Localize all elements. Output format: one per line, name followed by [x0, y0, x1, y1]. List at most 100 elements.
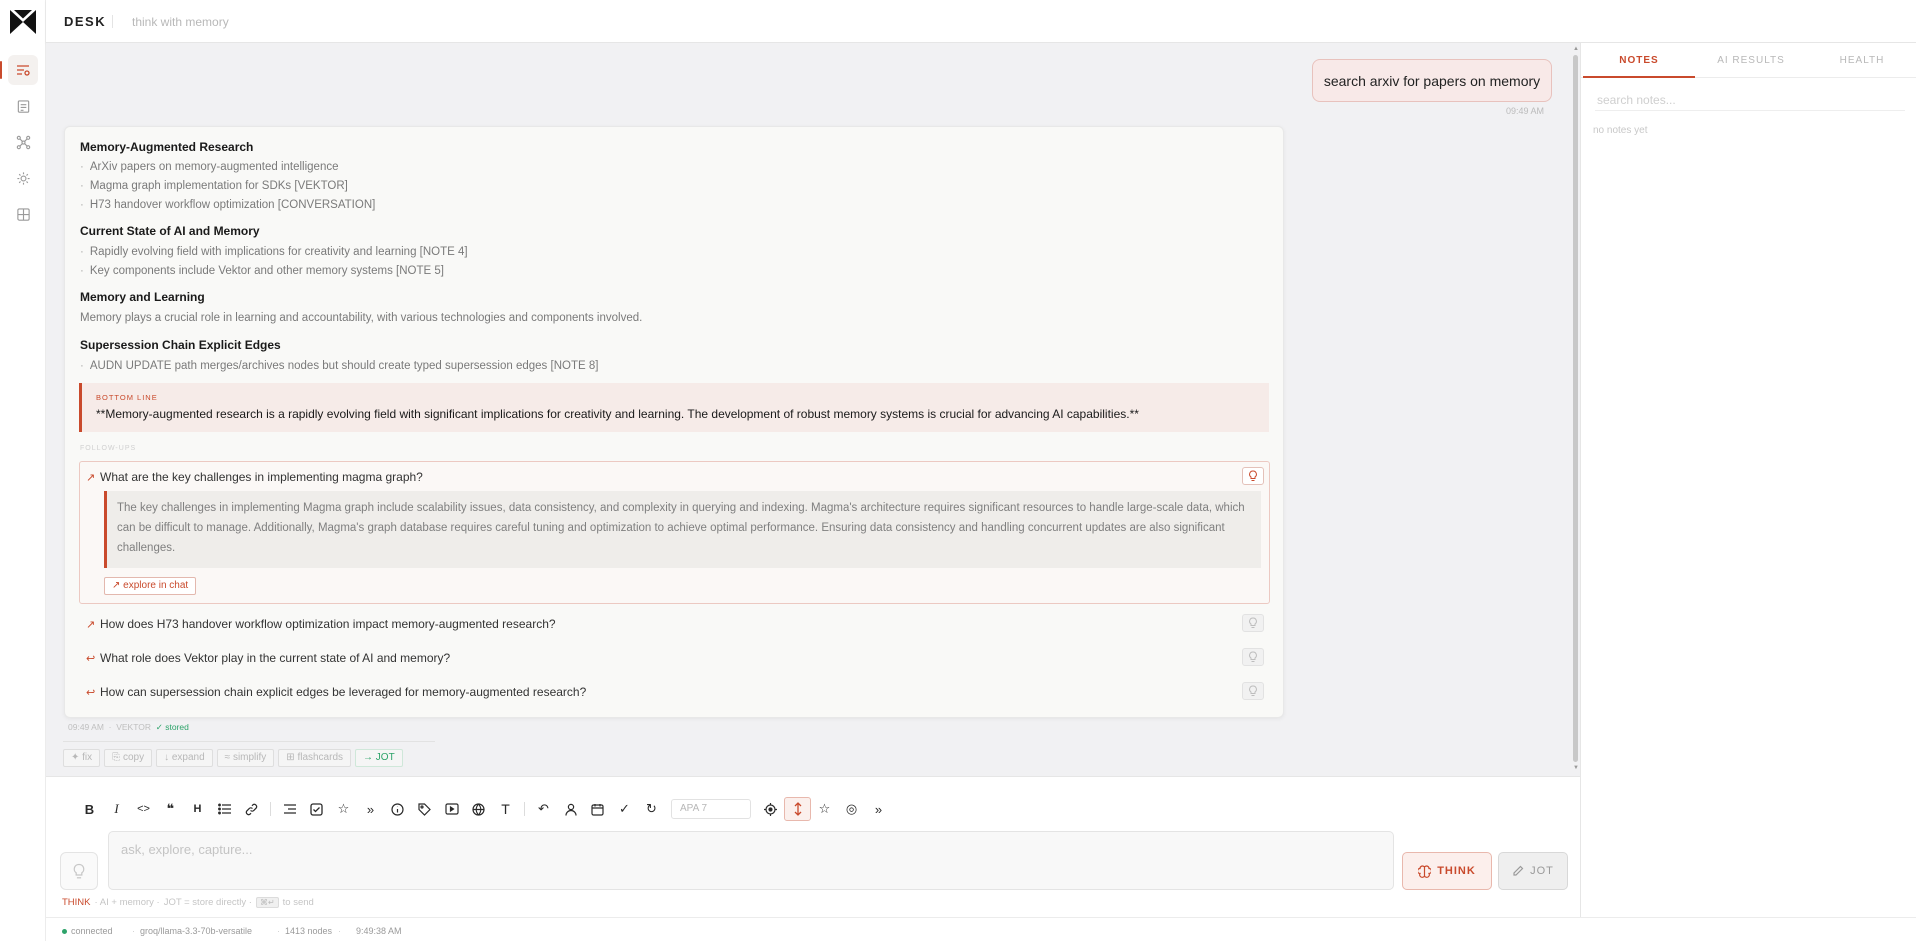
- insights-icon: [16, 171, 30, 185]
- refresh-button[interactable]: ↻: [638, 797, 665, 821]
- italic-button[interactable]: I: [103, 797, 130, 821]
- undo-icon: ↶: [538, 801, 549, 816]
- lightbulb-icon: [1249, 470, 1257, 481]
- section-heading: Supersession Chain Explicit Edges: [80, 338, 281, 352]
- embed-button[interactable]: [438, 797, 465, 821]
- scroll-down-icon[interactable]: ▼: [1573, 765, 1579, 771]
- message-time: 09:49 AM: [68, 722, 104, 732]
- link-icon: [245, 803, 258, 815]
- bold-button[interactable]: B: [76, 797, 103, 821]
- lightbulb-icon: [1249, 685, 1257, 696]
- followup-bulb-button[interactable]: [1242, 614, 1264, 632]
- followup-bulb-button[interactable]: [1242, 682, 1264, 700]
- depth-toggle-button[interactable]: [784, 797, 811, 821]
- bullseye-icon: ◎: [845, 801, 858, 816]
- followup-bulb-button[interactable]: [1242, 467, 1264, 485]
- check-button[interactable]: ✓: [611, 797, 638, 821]
- status-separator: ·: [132, 926, 135, 936]
- star-icon: ☆: [337, 801, 350, 816]
- bold-icon: B: [84, 801, 95, 817]
- rail-insights-button[interactable]: [8, 163, 38, 193]
- status-separator: ·: [277, 926, 280, 936]
- explore-in-chat-button[interactable]: ↗ explore in chat: [104, 577, 197, 595]
- tab-ai-results[interactable]: AI RESULTS: [1695, 55, 1807, 79]
- notes-icon: [17, 99, 29, 113]
- suggest-button[interactable]: [60, 852, 98, 890]
- followup-question[interactable]: What are the key challenges in implement…: [100, 470, 423, 484]
- followup-bulb-button[interactable]: [1242, 648, 1264, 666]
- brand-name: DESK: [64, 14, 107, 29]
- calendar-button[interactable]: [584, 797, 611, 821]
- notes-search-input[interactable]: [1595, 89, 1905, 111]
- lightbulb-icon: [1249, 617, 1257, 628]
- rail-notes-button[interactable]: [8, 91, 38, 121]
- stored-badge: ✓ stored: [155, 722, 189, 732]
- connection-dot-icon: [62, 929, 67, 934]
- expand-button[interactable]: ↓ expand: [156, 749, 213, 767]
- citation-style-select[interactable]: APA 7: [671, 799, 751, 819]
- left-rail: [0, 0, 46, 941]
- italic-icon: I: [114, 801, 119, 816]
- scrollbar-thumb[interactable]: [1573, 55, 1578, 762]
- graph-icon: [16, 135, 30, 149]
- text-style-button[interactable]: T: [492, 797, 519, 821]
- web-button[interactable]: [465, 797, 492, 821]
- scroll-up-icon[interactable]: ▲: [1573, 46, 1579, 52]
- section-bullet: · ArXiv papers on memory-augmented intell…: [80, 161, 339, 173]
- focus-button[interactable]: ◎: [838, 797, 865, 821]
- chat-icon: [17, 65, 30, 76]
- desk-logo: [10, 10, 36, 34]
- link-button[interactable]: [238, 797, 265, 821]
- jot-button[interactable]: JOT: [1498, 852, 1568, 890]
- jot-action-button[interactable]: → JOT: [355, 749, 403, 767]
- rail-chat-button[interactable]: [0, 55, 38, 85]
- star-button[interactable]: ☆: [330, 797, 357, 821]
- user-message: search arxiv for papers on memory: [1312, 59, 1552, 102]
- chat-scrollbar[interactable]: ▲ ▼: [1571, 43, 1580, 776]
- brain-icon: [1418, 864, 1432, 878]
- person-button[interactable]: [557, 797, 584, 821]
- rail-modules-button[interactable]: [8, 199, 38, 229]
- hint-jot-desc: JOT = store directly ·: [163, 897, 252, 908]
- undo-button[interactable]: ↶: [530, 797, 557, 821]
- indent-button[interactable]: [276, 797, 303, 821]
- followup-item-expanded[interactable]: ↗ What are the key challenges in impleme…: [79, 461, 1270, 604]
- checkbox-button[interactable]: [303, 797, 330, 821]
- expand-toolbar-button[interactable]: »: [865, 797, 892, 821]
- copy-button[interactable]: ⎘ copy: [104, 749, 153, 767]
- list-button[interactable]: [211, 797, 238, 821]
- message-actions: ✦ fix ⎘ copy ↓ expand ≈ simplify ⊞ flash…: [63, 749, 403, 767]
- followup-question[interactable]: What role does Vektor play in the curren…: [100, 651, 450, 665]
- code-button[interactable]: <>: [130, 797, 157, 821]
- fix-button[interactable]: ✦ fix: [63, 749, 101, 767]
- toolbar-divider: [524, 802, 525, 816]
- section-heading: Memory and Learning: [80, 290, 205, 304]
- simplify-button[interactable]: ≈ simplify: [216, 749, 275, 767]
- tab-health[interactable]: HEALTH: [1807, 55, 1916, 79]
- ask-input[interactable]: [108, 831, 1394, 890]
- brand-divider: [112, 15, 113, 28]
- followup-question[interactable]: How does H73 handover workflow optimizat…: [100, 617, 556, 631]
- jot-label: JOT: [1530, 865, 1554, 877]
- rail-graph-button[interactable]: [8, 127, 38, 157]
- followup-question[interactable]: How can supersession chain explicit edge…: [100, 685, 586, 699]
- bottom-line-label: BOTTOM LINE: [96, 393, 158, 402]
- info-button[interactable]: [384, 797, 411, 821]
- info-icon: [391, 802, 404, 816]
- flashcards-button[interactable]: ⊞ flashcards: [278, 749, 352, 767]
- heading-button[interactable]: H: [184, 797, 211, 821]
- target-button[interactable]: [757, 797, 784, 821]
- tag-icon: [418, 802, 431, 816]
- lightbulb-icon: [73, 863, 85, 878]
- double-chevron-icon: »: [874, 801, 883, 817]
- followup-arrow-icon: ↗: [86, 619, 96, 631]
- tag-button[interactable]: [411, 797, 438, 821]
- more-format-button[interactable]: »: [357, 797, 384, 821]
- quote-button[interactable]: ❝: [157, 797, 184, 821]
- favorite-button[interactable]: ☆: [811, 797, 838, 821]
- think-button[interactable]: THINK: [1402, 852, 1492, 890]
- model-name: groq/llama-3.3-70b-versatile: [140, 926, 253, 936]
- composer: B I <> ❝ H ☆ » T ↶ ✓ ↻ APA 7 ☆ ◎ » ask, …: [46, 776, 1580, 917]
- star-filled-icon: ☆: [818, 801, 831, 816]
- active-tab-indicator: [1583, 76, 1695, 78]
